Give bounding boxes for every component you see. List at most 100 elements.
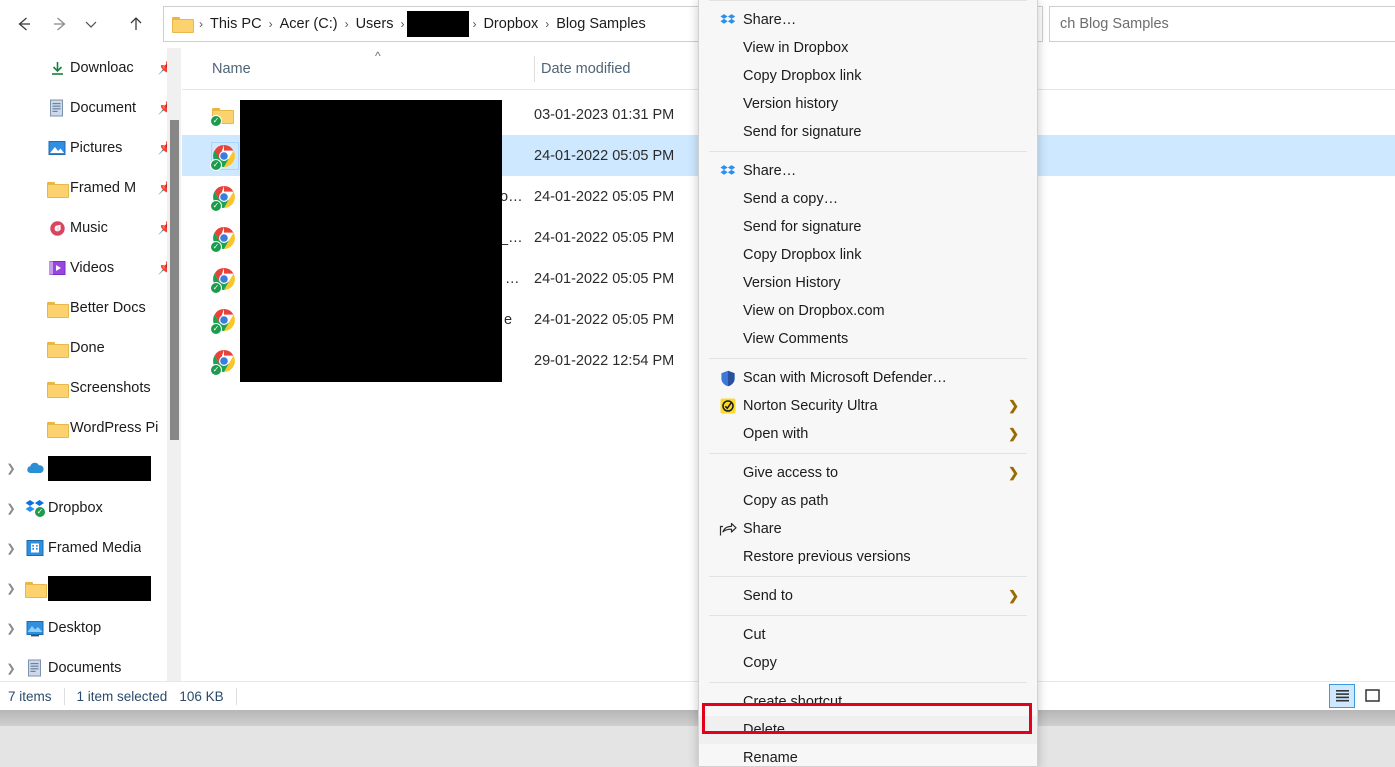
chevron-right-icon[interactable]: ❯ bbox=[0, 542, 22, 555]
menu-item-send-for-signature-2[interactable]: Send for signature bbox=[699, 213, 1037, 241]
sidebar-item-label: Done bbox=[70, 340, 105, 356]
breadcrumb-acer-c[interactable]: Acer (C:) bbox=[276, 14, 342, 34]
chevron-right-icon[interactable]: ❯ bbox=[0, 582, 22, 595]
menu-item-delete[interactable]: Delete bbox=[699, 716, 1037, 744]
menu-item-send-a-copy[interactable]: Send a copy… bbox=[699, 185, 1037, 213]
sidebar-item-label: Music bbox=[70, 220, 108, 236]
menu-item-copy-as-path[interactable]: Copy as path bbox=[699, 487, 1037, 515]
menu-item-label: Scan with Microsoft Defender… bbox=[743, 370, 947, 386]
sidebar-item-dropbox[interactable]: ❯ ✓ Dropbox bbox=[0, 488, 182, 528]
chevron-right-icon[interactable]: ❯ bbox=[0, 462, 22, 475]
menu-item-cut[interactable]: Cut bbox=[699, 621, 1037, 649]
menu-item-create-shortcut[interactable]: Create shortcut bbox=[699, 688, 1037, 716]
menu-item-rename[interactable]: Rename bbox=[699, 744, 1037, 766]
menu-item-copy-dropbox-link-2[interactable]: Copy Dropbox link bbox=[699, 241, 1037, 269]
sync-check-badge-icon: ✓ bbox=[210, 199, 222, 212]
menu-item-label: Restore previous versions bbox=[743, 549, 911, 565]
menu-item-norton-security-ultra[interactable]: Norton Security Ultra ❯ bbox=[699, 392, 1037, 420]
sidebar-item-documents[interactable]: Document 📌 bbox=[0, 88, 182, 128]
column-header-date-modified[interactable]: Date modified bbox=[534, 56, 630, 82]
sidebar-item-videos[interactable]: Videos 📌 bbox=[0, 248, 182, 288]
sidebar-item-better-docs[interactable]: Better Docs bbox=[0, 288, 182, 328]
sidebar-item-label: Pictures bbox=[70, 140, 123, 156]
sidebar-item-music[interactable]: Music 📌 bbox=[0, 208, 182, 248]
dropbox-icon: ✓ bbox=[22, 499, 48, 518]
sidebar-item-done[interactable]: Done bbox=[0, 328, 182, 368]
dropbox-icon bbox=[713, 164, 743, 179]
large-icons-view-button[interactable] bbox=[1359, 683, 1385, 708]
menu-item-share[interactable]: Share bbox=[699, 515, 1037, 543]
chrome-sync-icon: ✓ bbox=[210, 225, 238, 253]
menu-item-label: View in Dropbox bbox=[743, 40, 849, 56]
breadcrumb-username-redacted[interactable] bbox=[407, 11, 470, 37]
menu-item-label: Cut bbox=[743, 627, 766, 643]
forward-button[interactable] bbox=[44, 8, 76, 40]
navigation-pane: Downloac 📌 Document 📌 Pictures 📌 Framed … bbox=[0, 48, 182, 681]
chevron-right-icon[interactable]: ❯ bbox=[0, 662, 22, 675]
folder-icon bbox=[44, 300, 70, 318]
sidebar-item-framed-media[interactable]: Framed M 📌 bbox=[0, 168, 182, 208]
view-toggle-group bbox=[1329, 682, 1385, 709]
menu-item-view-in-dropbox[interactable]: View in Dropbox bbox=[699, 34, 1037, 62]
sidebar-item-redacted-folder[interactable]: ❯ bbox=[0, 568, 182, 608]
menu-item-label: Delete bbox=[743, 722, 785, 738]
folder-icon bbox=[44, 420, 70, 438]
sidebar-item-label: Better Docs bbox=[70, 300, 146, 316]
menu-item-label: Copy Dropbox link bbox=[743, 68, 862, 84]
status-selection: 1 item selected bbox=[76, 688, 168, 704]
sort-ascending-icon: ^ bbox=[375, 49, 381, 63]
menu-item-share-dropbox-1[interactable]: Share… bbox=[699, 6, 1037, 34]
menu-item-label: Share bbox=[743, 521, 782, 537]
chevron-right-icon[interactable]: ❯ bbox=[0, 622, 22, 635]
menu-item-version-history-1[interactable]: Version history bbox=[699, 90, 1037, 118]
sidebar-item-framed-media-network[interactable]: ❯ Framed Media bbox=[0, 528, 182, 568]
sidebar-item-desktop[interactable]: ❯ Desktop bbox=[0, 608, 182, 648]
menu-item-share-dropbox-2[interactable]: Share… bbox=[699, 157, 1037, 185]
menu-item-copy[interactable]: Copy bbox=[699, 649, 1037, 677]
chevron-right-icon[interactable]: ❯ bbox=[0, 502, 22, 515]
sidebar-item-pictures[interactable]: Pictures 📌 bbox=[0, 128, 182, 168]
sidebar-item-onedrive[interactable]: ❯ bbox=[0, 448, 182, 488]
search-input[interactable]: ch Blog Samples bbox=[1049, 6, 1395, 42]
menu-item-label: View Comments bbox=[743, 331, 849, 347]
menu-item-copy-dropbox-link-1[interactable]: Copy Dropbox link bbox=[699, 62, 1037, 90]
menu-item-version-history-2[interactable]: Version History bbox=[699, 269, 1037, 297]
menu-item-send-to[interactable]: Send to ❯ bbox=[699, 582, 1037, 610]
recent-locations-button[interactable] bbox=[78, 8, 104, 40]
sidebar-item-label: Downloac bbox=[70, 60, 134, 76]
sidebar-item-documents-tree[interactable]: ❯ Documents bbox=[0, 648, 182, 681]
sync-check-badge-icon: ✓ bbox=[210, 114, 222, 127]
menu-item-open-with[interactable]: Open with ❯ bbox=[699, 420, 1037, 448]
submenu-chevron-icon: ❯ bbox=[1008, 426, 1019, 441]
column-header-name[interactable]: Name bbox=[212, 48, 251, 90]
menu-item-send-for-signature-1[interactable]: Send for signature bbox=[699, 118, 1037, 146]
back-button[interactable] bbox=[8, 8, 40, 40]
breadcrumb-dropbox[interactable]: Dropbox bbox=[479, 14, 542, 34]
submenu-chevron-icon: ❯ bbox=[1008, 398, 1019, 413]
menu-item-view-comments[interactable]: View Comments bbox=[699, 325, 1037, 353]
breadcrumb-users[interactable]: Users bbox=[352, 14, 398, 34]
sidebar-item-wordpress-pi[interactable]: WordPress Pi bbox=[0, 408, 182, 448]
sidebar-item-label: Videos bbox=[70, 260, 115, 276]
breadcrumb-separator: › bbox=[268, 17, 273, 31]
details-view-icon bbox=[1335, 690, 1349, 702]
shield-icon bbox=[713, 370, 743, 387]
details-view-button[interactable] bbox=[1329, 683, 1355, 708]
search-placeholder: ch Blog Samples bbox=[1060, 16, 1169, 32]
up-one-level-button[interactable] bbox=[120, 8, 152, 40]
menu-item-view-on-dropbox-com[interactable]: View on Dropbox.com bbox=[699, 297, 1037, 325]
menu-item-restore-previous-versions[interactable]: Restore previous versions bbox=[699, 543, 1037, 571]
documents-icon bbox=[22, 659, 48, 677]
menu-item-scan-with-microsoft-defender[interactable]: Scan with Microsoft Defender… bbox=[699, 364, 1037, 392]
breadcrumb-this-pc[interactable]: This PC bbox=[206, 14, 266, 34]
sidebar-item-downloads[interactable]: Downloac 📌 bbox=[0, 48, 182, 88]
sidebar-item-screenshots[interactable]: Screenshots bbox=[0, 368, 182, 408]
menu-separator bbox=[709, 358, 1027, 359]
menu-item-label: Send for signature bbox=[743, 124, 862, 140]
sync-check-badge-icon: ✓ bbox=[210, 158, 222, 171]
sidebar-scrollbar-thumb[interactable] bbox=[170, 120, 179, 440]
cell-date-modified: 24-01-2022 05:05 PM bbox=[534, 311, 675, 328]
breadcrumb-blog-samples[interactable]: Blog Samples bbox=[552, 14, 649, 34]
music-icon bbox=[44, 220, 70, 237]
menu-item-give-access-to[interactable]: Give access to ❯ bbox=[699, 459, 1037, 487]
